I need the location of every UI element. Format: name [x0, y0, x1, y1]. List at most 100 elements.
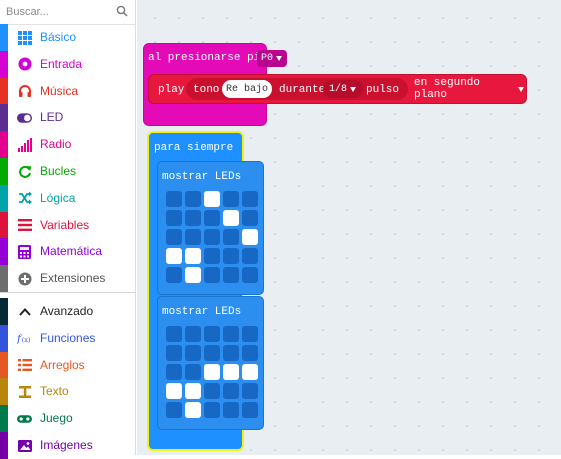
led-off[interactable]: [242, 345, 258, 361]
category-texto[interactable]: Texto: [0, 378, 136, 406]
led-off[interactable]: [242, 326, 258, 342]
led-on[interactable]: [223, 210, 239, 226]
led-off[interactable]: [242, 248, 258, 264]
led-off[interactable]: [242, 383, 258, 399]
led-off[interactable]: [223, 345, 239, 361]
led-off[interactable]: [185, 326, 201, 342]
pin-value: P0: [261, 53, 274, 64]
list-lines-icon: [17, 218, 32, 233]
led-off[interactable]: [223, 229, 239, 245]
toggle-icon: [17, 110, 32, 125]
category-label: Matemática: [40, 244, 103, 259]
led-off[interactable]: [242, 191, 258, 207]
category-label: Funciones: [40, 330, 96, 345]
play-label: play: [158, 84, 185, 96]
note-field[interactable]: Re bajo: [222, 80, 272, 98]
category-música[interactable]: Música: [0, 77, 136, 105]
category-matemática[interactable]: Matemática: [0, 238, 136, 266]
led-on[interactable]: [242, 229, 258, 245]
category-led[interactable]: LED: [0, 104, 136, 132]
led-off[interactable]: [223, 267, 239, 283]
category-color-bar: [0, 298, 8, 325]
play-mode-dropdown[interactable]: en segundo plano: [410, 77, 524, 101]
led-off[interactable]: [242, 267, 258, 283]
chevron-down-icon: [350, 86, 357, 92]
led-on[interactable]: [204, 364, 220, 380]
category-bucles[interactable]: Bucles: [0, 158, 136, 185]
led-off[interactable]: [223, 326, 239, 342]
text-icon: [17, 384, 32, 399]
led-off[interactable]: [185, 364, 201, 380]
svg-text:(x): (x): [22, 336, 31, 344]
category-label: Extensiones: [40, 271, 106, 286]
category-label: Imágenes: [40, 438, 93, 452]
led-off[interactable]: [242, 210, 258, 226]
beat-dropdown[interactable]: 1/8: [323, 80, 363, 98]
category-variables[interactable]: Variables: [0, 211, 136, 239]
beat-value: 1/8: [329, 83, 348, 95]
array-icon: [17, 358, 32, 373]
duration-label: durante: [279, 84, 326, 96]
led-off[interactable]: [185, 210, 201, 226]
led-off[interactable]: [185, 229, 201, 245]
gamepad-icon: [17, 411, 32, 426]
category-extensiones[interactable]: Extensiones: [0, 265, 136, 293]
led-on[interactable]: [185, 248, 201, 264]
category-lógica[interactable]: Lógica: [0, 184, 136, 212]
led-off[interactable]: [204, 402, 220, 418]
led-off[interactable]: [166, 210, 182, 226]
led-on[interactable]: [185, 267, 201, 283]
led-off[interactable]: [242, 402, 258, 418]
led-off[interactable]: [204, 345, 220, 361]
led-off[interactable]: [204, 210, 220, 226]
led-off[interactable]: [204, 229, 220, 245]
category-funciones[interactable]: f (x) Funciones: [0, 324, 136, 352]
led-off[interactable]: [204, 326, 220, 342]
led-off[interactable]: [204, 267, 220, 283]
category-color-bar: [0, 265, 8, 293]
led-off[interactable]: [223, 402, 239, 418]
led-off[interactable]: [166, 267, 182, 283]
category-color-bar: [0, 50, 8, 78]
led-on[interactable]: [242, 364, 258, 380]
category-entrada[interactable]: Entrada: [0, 50, 136, 78]
search-icon[interactable]: [116, 5, 128, 17]
category-avanzado[interactable]: Avanzado: [0, 298, 136, 325]
beat-unit-label: pulso: [366, 84, 400, 96]
led-off[interactable]: [223, 191, 239, 207]
plus-circle-icon: [17, 271, 32, 286]
category-radio[interactable]: Radio: [0, 131, 136, 159]
signal-bars-icon: [17, 137, 32, 152]
led-off[interactable]: [166, 191, 182, 207]
search-input[interactable]: [4, 3, 112, 21]
led-on[interactable]: [185, 402, 201, 418]
led-on[interactable]: [185, 383, 201, 399]
led-on[interactable]: [166, 248, 182, 264]
led-matrix: [166, 326, 259, 419]
category-label: Texto: [40, 384, 69, 399]
category-color-bar: [0, 211, 8, 239]
led-off[interactable]: [185, 191, 201, 207]
grid-icon: [17, 30, 32, 45]
category-juego[interactable]: Juego: [0, 405, 136, 433]
led-off[interactable]: [166, 326, 182, 342]
led-on[interactable]: [223, 364, 239, 380]
led-off[interactable]: [166, 364, 182, 380]
led-off[interactable]: [166, 402, 182, 418]
led-off[interactable]: [223, 383, 239, 399]
category-arreglos[interactable]: Arreglos: [0, 351, 136, 379]
led-on[interactable]: [166, 383, 182, 399]
led-off[interactable]: [185, 345, 201, 361]
category-label: Arreglos: [40, 357, 85, 372]
led-off[interactable]: [223, 248, 239, 264]
led-on[interactable]: [204, 191, 220, 207]
category-color-bar: [0, 378, 8, 406]
led-off[interactable]: [166, 345, 182, 361]
led-off[interactable]: [204, 383, 220, 399]
calculator-icon: [17, 244, 32, 259]
pin-dropdown[interactable]: P0: [257, 50, 287, 67]
category-básico[interactable]: Básico: [0, 24, 136, 51]
chevron-up-icon: [17, 304, 32, 319]
led-off[interactable]: [166, 229, 182, 245]
led-off[interactable]: [204, 248, 220, 264]
